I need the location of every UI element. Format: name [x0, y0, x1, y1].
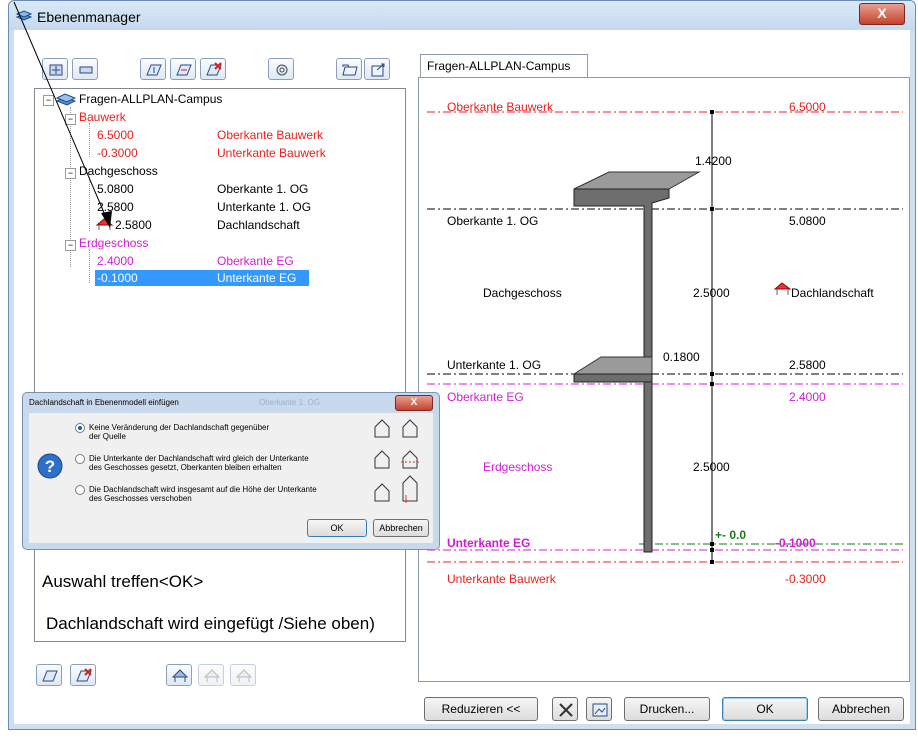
level-insert-icon	[176, 64, 192, 76]
tree-value[interactable]: 2.4000	[97, 254, 134, 268]
settings-level-button[interactable]	[268, 58, 294, 80]
level-icon	[42, 670, 58, 682]
label-roof: Dachlandschaft	[791, 286, 874, 300]
tree-value[interactable]: -0.1000	[97, 271, 138, 285]
question-icon: ?	[37, 453, 63, 479]
option-keep-line1: Keine Veränderung der Dachlandschaft geg…	[89, 423, 270, 432]
option-bottom-line2: des Geschosses gesetzt, Oberkanten bleib…	[89, 463, 282, 472]
level-up-button[interactable]	[36, 664, 62, 686]
level-remove-button[interactable]	[70, 664, 96, 686]
option-bottom-line1: Die Unterkante der Dachlandschaft wird g…	[89, 454, 309, 463]
option-shift-line1: Die Dachlandschaft wird insgesamt auf di…	[89, 485, 317, 494]
subdialog-body: ? Keine Veränderung der Dachlandschaft g…	[29, 413, 433, 543]
note-inserted: Dachlandschaft wird eingefügt /Siehe obe…	[46, 614, 375, 633]
window-close-button[interactable]: X	[859, 3, 905, 25]
label-uk-og: Unterkante 1. OG	[447, 358, 542, 372]
roof-landscape-icon	[773, 282, 792, 295]
elevation-preview: Oberkante Bauwerk 6.5000 1.4200 Oberkant…	[418, 77, 910, 682]
level-delete-icon	[76, 668, 92, 682]
option-shift-radio[interactable]	[75, 485, 85, 495]
label-ok-bauwerk: Oberkante Bauwerk	[447, 100, 554, 114]
subdialog-close-button[interactable]: X	[395, 395, 433, 411]
value-ok-og: 5.0800	[789, 214, 826, 228]
eg-collapse-toggle[interactable]: −	[65, 240, 76, 251]
folder-open-icon	[342, 64, 358, 76]
label-uk-bauwerk: Unterkante Bauwerk	[447, 572, 556, 586]
annotation-arrow	[13, 1, 112, 228]
label-dg: Dachgeschoss	[483, 286, 562, 300]
roof-add-button[interactable]	[166, 664, 192, 686]
print-button[interactable]: Drucken...	[624, 697, 710, 721]
tools-button[interactable]	[552, 697, 578, 721]
label-ok-og: Oberkante 1. OG	[447, 214, 539, 228]
slab-mid	[573, 373, 653, 383]
tab-preview[interactable]: Fragen-ALLPLAN-Campus	[420, 54, 588, 78]
tree-label[interactable]: Oberkante Bauwerk	[217, 128, 323, 142]
export-button[interactable]	[364, 58, 390, 80]
svg-text:?: ?	[45, 457, 55, 476]
image-preview-icon	[592, 703, 608, 717]
dim-uk-og: 0.1800	[663, 350, 700, 364]
title-bar: Ebenenmanager X	[9, 1, 915, 31]
roof-add-icon	[171, 669, 189, 682]
option-keep-radio[interactable]	[75, 423, 85, 433]
subdialog-ok-button[interactable]: OK	[307, 519, 367, 537]
gear-icon	[276, 64, 288, 76]
delete-level-button[interactable]	[200, 58, 226, 80]
new-level-button[interactable]	[140, 58, 166, 80]
roof-edit-button[interactable]	[198, 664, 224, 686]
roof-slab-top	[573, 171, 701, 190]
insert-level-button[interactable]	[170, 58, 196, 80]
label-uk-eg: Unterkante EG	[447, 536, 531, 550]
house-shift-icon	[374, 475, 418, 503]
level-delete-icon	[206, 62, 222, 76]
value-ok-bauwerk: 6.5000	[789, 100, 826, 114]
tools-icon	[559, 703, 573, 717]
option-shift-line2: des Geschosses verschoben	[89, 494, 192, 503]
dim-top: 1.4200	[695, 154, 732, 168]
value-ok-eg: 2.4000	[789, 390, 826, 404]
tree-label[interactable]: Unterkante Bauwerk	[217, 146, 326, 160]
tree-label[interactable]: Oberkante EG	[217, 254, 294, 268]
dim-dg: 2.5000	[693, 286, 730, 300]
reduce-button[interactable]: Reduzieren <<	[424, 697, 538, 721]
subdialog-cancel-button[interactable]: Abbrechen	[373, 519, 429, 537]
value-uk-bauwerk: -0.3000	[785, 572, 826, 586]
zero-marker: +- 0.0	[715, 528, 747, 542]
export-icon	[371, 63, 385, 77]
level-add-icon	[146, 64, 162, 76]
option-house-diagrams	[374, 419, 419, 503]
value-uk-eg: -0.1000	[775, 536, 816, 550]
cancel-button[interactable]: Abbrechen	[818, 697, 904, 721]
ok-button[interactable]: OK	[722, 697, 808, 721]
option-keep-line2: der Quelle	[89, 432, 126, 441]
subdialog-title-ghost: Oberkante 1. OG	[259, 398, 320, 407]
tree-label[interactable]: Dachlandschaft	[217, 218, 300, 232]
label-eg: Erdgeschoss	[483, 460, 553, 474]
tree-label[interactable]: Unterkante 1. OG	[217, 200, 311, 214]
roof-insert-dialog: Dachlandschaft in Ebenenmodell einfügen …	[22, 392, 440, 550]
note-select: Auswahl treffen<OK>	[42, 572, 204, 591]
roof-edit-icon	[203, 669, 221, 682]
dim-eg: 2.5000	[693, 460, 730, 474]
subdialog-title: Dachlandschaft in Ebenenmodell einfügen	[29, 398, 179, 407]
tree-label[interactable]: Oberkante 1. OG	[217, 182, 308, 196]
tree-value[interactable]: 2.5800	[115, 218, 152, 232]
tree-label[interactable]: Unterkante EG	[217, 271, 296, 285]
tree-guide-eg	[89, 249, 90, 283]
open-folder-button[interactable]	[336, 58, 362, 80]
slab-mid-top	[572, 356, 653, 375]
elevation-drawing	[427, 110, 903, 564]
roof-delete-icon	[235, 669, 253, 682]
label-ok-eg: Oberkante EG	[447, 390, 524, 404]
roof-delete-button[interactable]	[230, 664, 256, 686]
house-bottom-icon	[374, 450, 419, 469]
house-keep-icon	[374, 419, 418, 438]
preview-mode-button[interactable]	[586, 697, 612, 721]
option-bottom-radio[interactable]	[75, 454, 85, 464]
value-uk-og: 2.5800	[789, 358, 826, 372]
